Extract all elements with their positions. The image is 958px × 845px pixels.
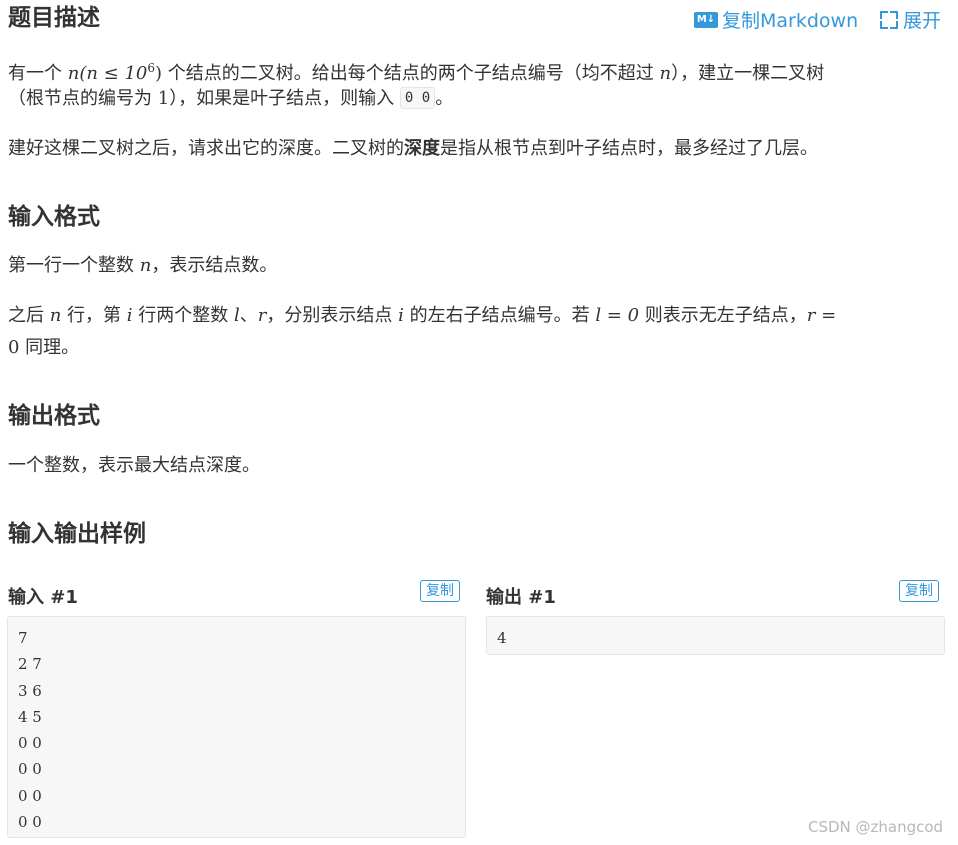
input-format-paragraph-2: 之后 n 行，第 i 行两个整数 l、r，分别表示结点 i 的左右子结点编号。若… xyxy=(8,305,837,326)
copy-input-button[interactable]: 复制 xyxy=(420,580,460,602)
sample-input-line: 2 7 xyxy=(18,655,42,674)
sample-input-title: 输入 #1 xyxy=(8,587,78,608)
expand-button[interactable]: 展开 xyxy=(880,6,941,33)
sample-input-line: 3 6 xyxy=(18,681,42,700)
output-format-paragraph: 一个整数，表示最大结点深度。 xyxy=(8,455,260,476)
inline-code: 0 0 xyxy=(399,87,436,109)
sample-input-line: 0 0 xyxy=(18,786,42,805)
sample-output-title: 输出 #1 xyxy=(486,587,556,608)
description-paragraph-1-cont: （根节点的编号为 1），如果是叶子结点，则输入 0 0。 xyxy=(8,87,454,109)
sample-input-line: 0 0 xyxy=(18,734,42,753)
copy-markdown-label: 复制Markdown xyxy=(722,10,859,32)
sample-input-line: 0 0 xyxy=(18,813,42,832)
output-format-title: 输出格式 xyxy=(8,403,100,429)
sample-input-box[interactable]: 7 2 7 3 6 4 5 0 0 0 0 0 0 0 0 xyxy=(7,616,466,838)
sample-output-box[interactable]: 4 xyxy=(486,616,945,655)
sample-input-line: 4 5 xyxy=(18,707,42,726)
watermark: CSDN @zhangcod xyxy=(808,818,944,836)
input-format-paragraph-2-cont: 0 同理。 xyxy=(8,337,80,358)
page-title: 题目描述 xyxy=(8,5,100,31)
input-format-paragraph-1: 第一行一个整数 n，表示结点数。 xyxy=(8,255,278,276)
sample-input-line: 7 xyxy=(18,629,28,647)
expand-icon xyxy=(880,10,898,29)
copy-output-button[interactable]: 复制 xyxy=(899,580,939,602)
samples-title: 输入输出样例 xyxy=(8,521,146,547)
expand-label: 展开 xyxy=(903,10,942,32)
copy-markdown-button[interactable]: M↓ 复制Markdown xyxy=(694,6,858,33)
markdown-icon: M↓ xyxy=(694,11,718,28)
input-format-title: 输入格式 xyxy=(8,204,100,230)
description-paragraph-2: 建好这棵二叉树之后，请求出它的深度。二叉树的深度是指从根节点到叶子结点时，最多经… xyxy=(8,138,818,159)
sample-output-line: 4 xyxy=(497,629,507,647)
sample-input-line: 0 0 xyxy=(18,760,42,779)
